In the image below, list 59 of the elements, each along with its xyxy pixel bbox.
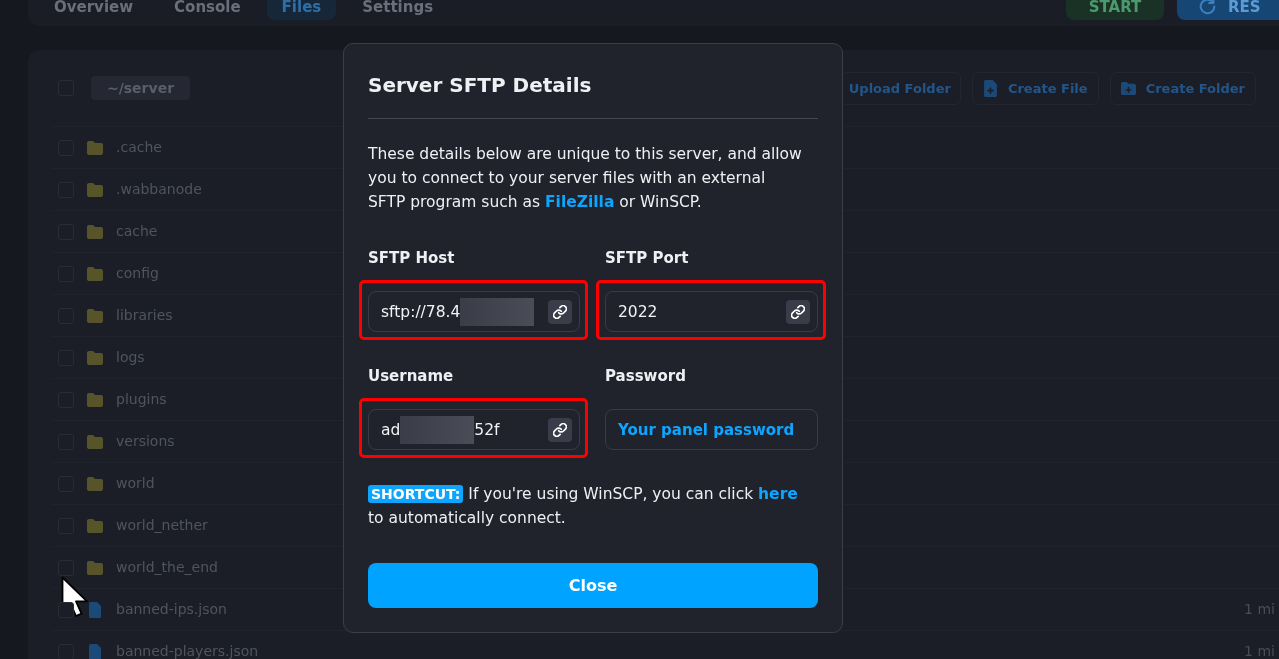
- cursor-icon: [61, 576, 89, 618]
- path-label: ~/server: [91, 76, 190, 100]
- shortcut-paragraph: SHORTCUT: If you're using WinSCP, you can click here to automatically connect.: [368, 484, 799, 529]
- tab[interactable]: Settings: [347, 0, 449, 20]
- folder-icon: [87, 560, 103, 575]
- file-name[interactable]: libraries: [116, 308, 173, 323]
- folder-plus-icon: [1120, 79, 1136, 97]
- shortcut-badge: SHORTCUT:: [368, 485, 464, 503]
- close-button[interactable]: Close: [368, 563, 818, 608]
- file-name[interactable]: .wabbanode: [116, 182, 202, 197]
- connect-link[interactable]: here: [758, 485, 798, 503]
- folder-icon: [87, 476, 103, 491]
- field-label: SFTP Port: [605, 248, 690, 268]
- field-label: Password: [605, 366, 687, 386]
- field-label: SFTP Host: [368, 248, 456, 268]
- file-name[interactable]: plugins: [116, 392, 167, 407]
- link-icon: [791, 304, 805, 319]
- folder-icon: [87, 140, 103, 155]
- copy-button[interactable]: [548, 417, 572, 442]
- file-icon: [89, 601, 101, 618]
- tab[interactable]: Files: [266, 0, 337, 20]
- file-name[interactable]: banned-ips.json: [116, 602, 227, 617]
- link-icon: [553, 422, 567, 437]
- field-label: Username: [368, 366, 455, 386]
- create-file-button[interactable]: Create File: [971, 71, 1099, 105]
- checkbox[interactable]: [58, 559, 74, 576]
- folder-icon: [87, 224, 103, 239]
- file-name[interactable]: .cache: [116, 140, 162, 155]
- file-name[interactable]: versions: [116, 434, 175, 449]
- folder-icon: [87, 350, 103, 365]
- program-link[interactable]: FileZilla: [545, 193, 615, 211]
- copy-button[interactable]: [548, 299, 572, 324]
- folder-icon: [87, 266, 103, 281]
- link-icon: [553, 304, 567, 319]
- start-button[interactable]: START: [1066, 0, 1164, 20]
- tab[interactable]: Console: [159, 0, 256, 20]
- create-folder-button[interactable]: Create Folder: [1109, 71, 1256, 105]
- folder-icon: [87, 434, 103, 449]
- intro-paragraph: These details below are unique to this server, and allow you to connect to your server files with an external SFTP program such as FileZilla or WinSCP.: [368, 144, 803, 213]
- readonly-field[interactable]: Your panel password: [605, 409, 818, 450]
- file-name[interactable]: world: [116, 476, 155, 491]
- checkbox[interactable]: [58, 601, 74, 618]
- folder-icon: [87, 182, 103, 197]
- folder-icon: [87, 518, 103, 533]
- file-name[interactable]: world_nether: [116, 518, 208, 533]
- folder-icon: [87, 308, 103, 323]
- file-plus-icon: [982, 79, 998, 97]
- tab[interactable]: Overview: [39, 0, 149, 20]
- restart-button[interactable]: RES: [1177, 0, 1279, 20]
- copy-button[interactable]: [786, 299, 810, 324]
- circular-arrow-icon: [1199, 0, 1216, 15]
- folder-icon: [87, 392, 103, 407]
- dialog-title: Server SFTP Details: [368, 72, 593, 98]
- file-icon: [89, 643, 101, 659]
- file-name[interactable]: config: [116, 266, 159, 281]
- file-name[interactable]: logs: [116, 350, 145, 365]
- file-name[interactable]: cache: [116, 224, 158, 239]
- file-name[interactable]: world_the_end: [116, 560, 218, 575]
- file-name[interactable]: banned-players.json: [116, 644, 259, 659]
